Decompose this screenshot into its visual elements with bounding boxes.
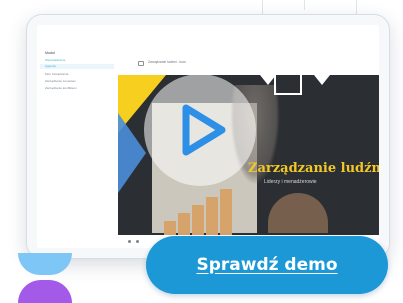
decorative-triangle (314, 75, 330, 85)
sidebar-item-zarzadzanie-zespolem[interactable]: Zarządzanie zespołem (45, 79, 76, 83)
play-button[interactable] (144, 74, 256, 186)
play-control-icon[interactable] (128, 240, 131, 243)
video-logo-frame (274, 75, 302, 95)
sidebar-item-zarzadzanie-konfliktem[interactable]: Zarządzanie konfliktem (45, 86, 77, 90)
course-title: Zarządzanie ludźmi - kurs (148, 60, 186, 64)
topbar: Zarządzanie ludźmi - kurs (118, 25, 379, 75)
video-subtitle: Liderzy i menadżerowie (264, 179, 317, 185)
menu-icon[interactable] (138, 61, 144, 66)
brand-logo-top (18, 253, 72, 275)
brand-logo-bottom (18, 280, 72, 303)
decorative-triangle (118, 113, 146, 193)
sidebar-item-wprowadzenie[interactable]: Wprowadzenie (45, 58, 65, 62)
video-title: Zarządzanie ludźmi (248, 161, 379, 176)
sidebar-title: Moduł (45, 51, 55, 55)
sidebar-item-agenda[interactable]: Agenda (40, 64, 114, 69)
decorative-line (304, 0, 305, 10)
demo-button-label: Sprawdź demo (196, 255, 338, 275)
volume-icon[interactable] (136, 240, 139, 243)
play-icon (182, 104, 226, 156)
video-hand-graphic (268, 193, 328, 233)
video-steps-graphic (154, 185, 254, 235)
sidebar: Moduł Wprowadzenie Agenda Moc zarządzani… (37, 25, 119, 248)
demo-button[interactable]: Sprawdź demo (146, 236, 388, 294)
sidebar-item-moc-zarzadzania[interactable]: Moc zarządzania (45, 72, 68, 76)
